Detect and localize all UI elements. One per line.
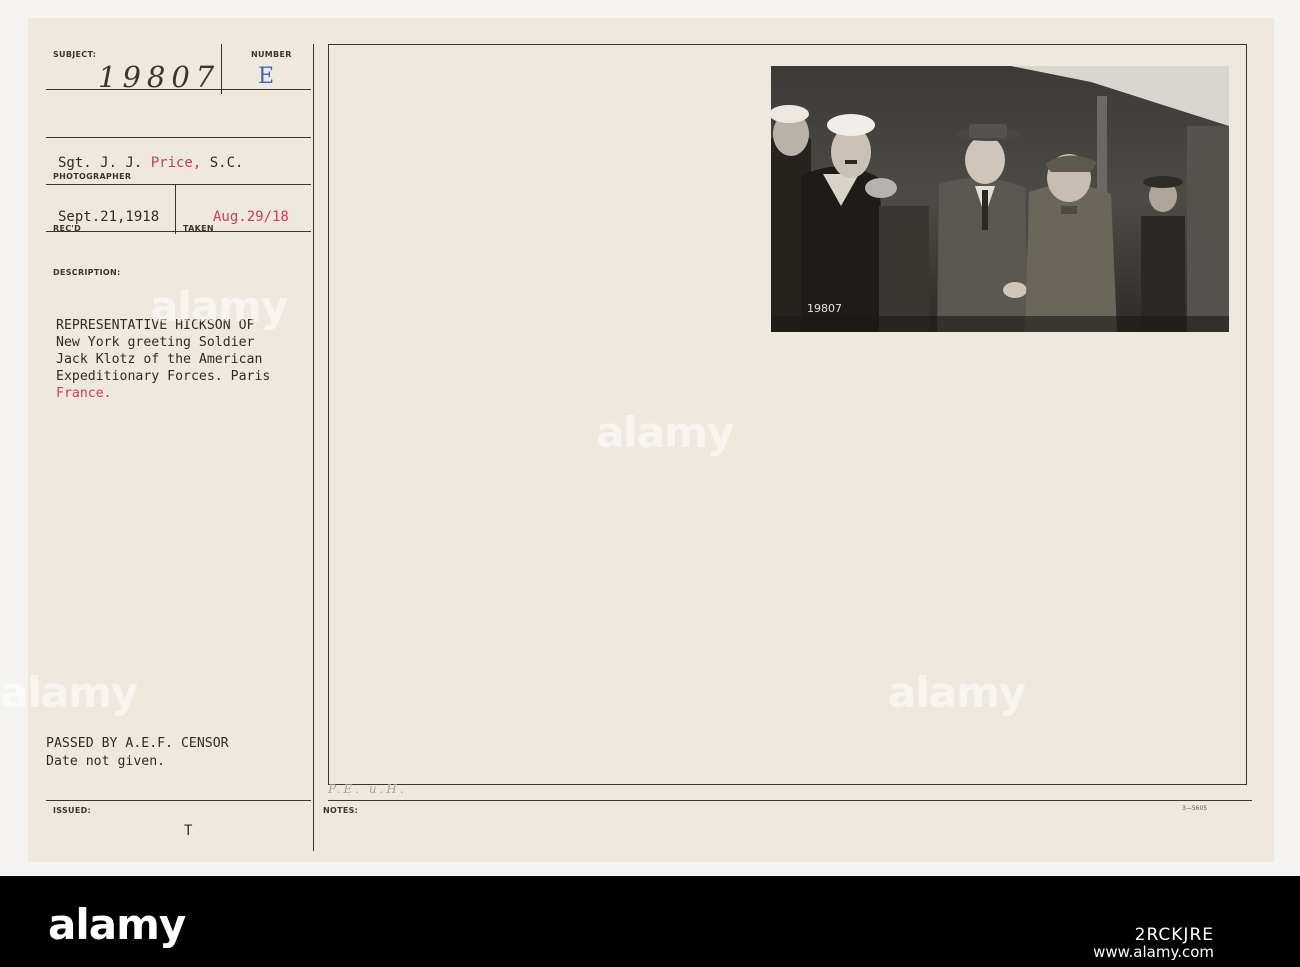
notes-label: NOTES: — [323, 806, 359, 815]
left-column-divider — [313, 44, 314, 851]
taken-date: Aug.29/18 — [213, 209, 289, 225]
description-line: Expeditionary Forces. Paris — [56, 369, 271, 384]
description-line: New York greeting Soldier — [56, 335, 255, 350]
brand-logo: alamy — [48, 900, 186, 949]
photographer-unit: S.C. — [201, 155, 244, 171]
subject-divider-vertical — [221, 44, 222, 94]
notes-handwriting: P.E. u.H. — [328, 782, 407, 796]
date-divider-vertical — [175, 184, 176, 234]
issued-separator — [46, 800, 311, 801]
photograph-scene: 19807 — [771, 66, 1229, 332]
photo-panel-top-border — [328, 44, 1247, 45]
photographer-underline — [46, 184, 311, 185]
watermark-logo: alamy — [150, 282, 288, 331]
watermark-logo: alamy — [596, 408, 734, 457]
received-date: Sept.21,1918 — [58, 209, 160, 225]
watermark-logo: alamy — [888, 668, 1026, 717]
photographer-rank-initials: Sgt. J. J. — [58, 155, 151, 171]
description-line-last: France. — [56, 386, 112, 401]
description-line: Jack Klotz of the American — [56, 352, 263, 367]
photographer-label: PHOTOGRAPHER — [53, 172, 132, 181]
received-label: REC'D — [53, 224, 82, 233]
taken-label: TAKEN — [183, 224, 214, 233]
censor-date-line: Date not given. — [46, 754, 166, 769]
number-value: E — [258, 64, 275, 89]
photo-negative-stamp: 19807 — [807, 302, 842, 315]
photographer-surname: Price, — [150, 155, 202, 171]
site-url: www.alamy.com — [1093, 943, 1214, 961]
number-label: NUMBER — [251, 50, 292, 59]
issued-value: T — [184, 823, 193, 839]
watermark-logo: alamy — [0, 668, 138, 717]
header-separator — [46, 137, 311, 138]
censor-line: PASSED BY A.E.F. CENSOR — [46, 736, 229, 751]
date-underline — [46, 231, 311, 232]
mounted-photograph: 19807 — [771, 66, 1229, 332]
image-id: 2RCKJRE — [1134, 925, 1214, 945]
photo-panel-right-border — [1246, 44, 1247, 784]
form-number: 3—5605 — [1182, 805, 1208, 812]
photographer-name: Sgt. J. J. Price, S.C. — [58, 155, 243, 171]
description-label: DESCRIPTION: — [53, 268, 121, 277]
notes-separator — [328, 800, 1252, 801]
subject-label: SUBJECT: — [53, 50, 97, 59]
photo-panel-bottom-border — [328, 784, 1247, 785]
issued-label: ISSUED: — [53, 806, 92, 815]
photo-panel-left-border — [328, 44, 329, 784]
subject-number: 19807 — [98, 60, 221, 94]
